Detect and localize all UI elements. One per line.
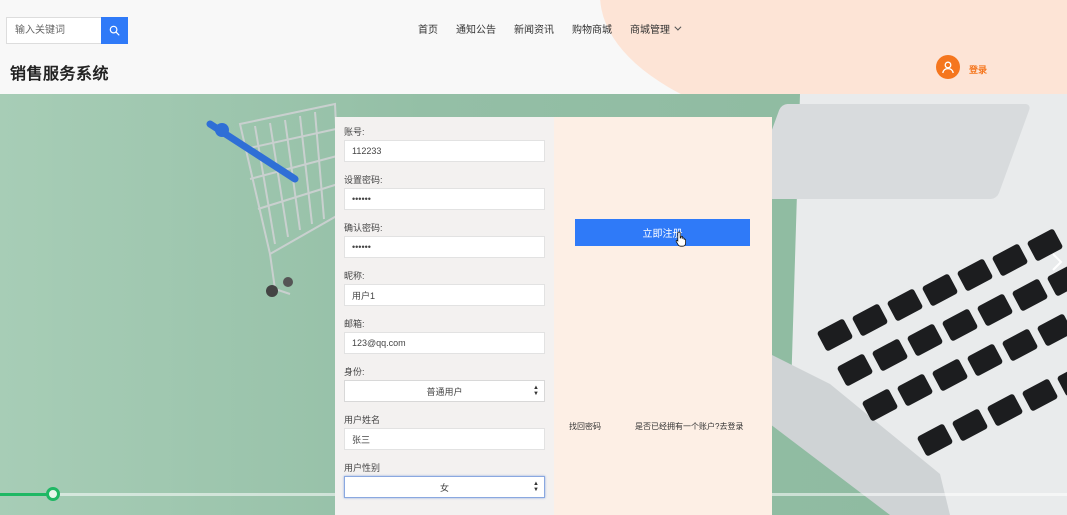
nav-label: 购物商城	[572, 25, 612, 36]
password-label: 设置密码:	[344, 175, 383, 185]
real-name-label: 用户姓名	[344, 415, 381, 425]
site-title: 销售服务系统	[10, 66, 110, 83]
search-button[interactable]	[101, 17, 128, 44]
confirm-password-input[interactable]	[344, 236, 545, 258]
go-login-link[interactable]: 是否已经拥有一个账户?去登录	[635, 421, 743, 432]
nav-item-home[interactable]: 首页	[418, 21, 438, 36]
nav-label: 新闻资讯	[514, 25, 554, 36]
nickname-label: 昵称:	[344, 271, 365, 281]
search-input[interactable]	[6, 17, 102, 44]
header: 首页 通知公告 新闻资讯 购物商城 商城管理 销售服务系统 登录	[0, 0, 1067, 94]
password-input[interactable]	[344, 188, 545, 210]
carousel-progress-fill	[0, 493, 54, 496]
role-label: 身份:	[344, 367, 365, 377]
nickname-input[interactable]	[344, 284, 545, 306]
nav-item-news[interactable]: 新闻资讯	[514, 21, 554, 36]
gender-select-value: 女	[439, 482, 449, 493]
login-link[interactable]: 登录	[969, 63, 987, 76]
account-input[interactable]	[344, 140, 545, 162]
nav-item-shop[interactable]: 购物商城	[572, 21, 612, 36]
avatar[interactable]	[936, 55, 960, 79]
shopping-cart-image	[206, 102, 342, 297]
email-label: 邮箱:	[344, 319, 365, 329]
main-nav: 首页 通知公告 新闻资讯 购物商城 商城管理	[418, 21, 697, 36]
account-label: 账号:	[344, 127, 365, 137]
role-select-value: 普通用户	[426, 386, 463, 397]
nav-item-shop-admin[interactable]: 商城管理	[630, 21, 682, 36]
hand-cursor-icon	[675, 231, 686, 247]
gender-select[interactable]: 女 ▲ ▼	[344, 476, 545, 498]
nav-label: 通知公告	[456, 25, 496, 36]
select-updown-icon: ▲ ▼	[533, 385, 539, 397]
select-updown-icon: ▲ ▼	[533, 481, 539, 493]
register-form: 账号: 设置密码: 确认密码: 昵称: 邮箱: 身份: 普通用户 ▲▼ 用户姓名…	[335, 117, 554, 515]
register-button[interactable]: 立即注册	[575, 219, 750, 246]
chevron-right-icon	[1052, 253, 1063, 271]
real-name-input[interactable]	[344, 428, 545, 450]
search-icon	[109, 25, 120, 36]
nav-item-notices[interactable]: 通知公告	[456, 21, 496, 36]
laptop-image	[770, 94, 1067, 515]
chevron-down-icon	[674, 23, 682, 31]
email-input[interactable]	[344, 332, 545, 354]
nav-label: 首页	[418, 25, 438, 36]
confirm-password-label: 确认密码:	[344, 223, 383, 233]
carousel-next-button[interactable]	[1044, 244, 1067, 280]
user-icon	[942, 61, 954, 74]
role-select[interactable]: 普通用户 ▲ ▼	[344, 380, 545, 402]
forgot-password-link[interactable]: 找回密码	[569, 421, 601, 432]
gender-label: 用户性别	[344, 463, 381, 473]
register-side-panel: 立即注册 找回密码 是否已经拥有一个账户?去登录	[554, 117, 772, 515]
header-decor-blob-2	[880, 0, 1067, 94]
nav-label: 商城管理	[630, 25, 670, 36]
